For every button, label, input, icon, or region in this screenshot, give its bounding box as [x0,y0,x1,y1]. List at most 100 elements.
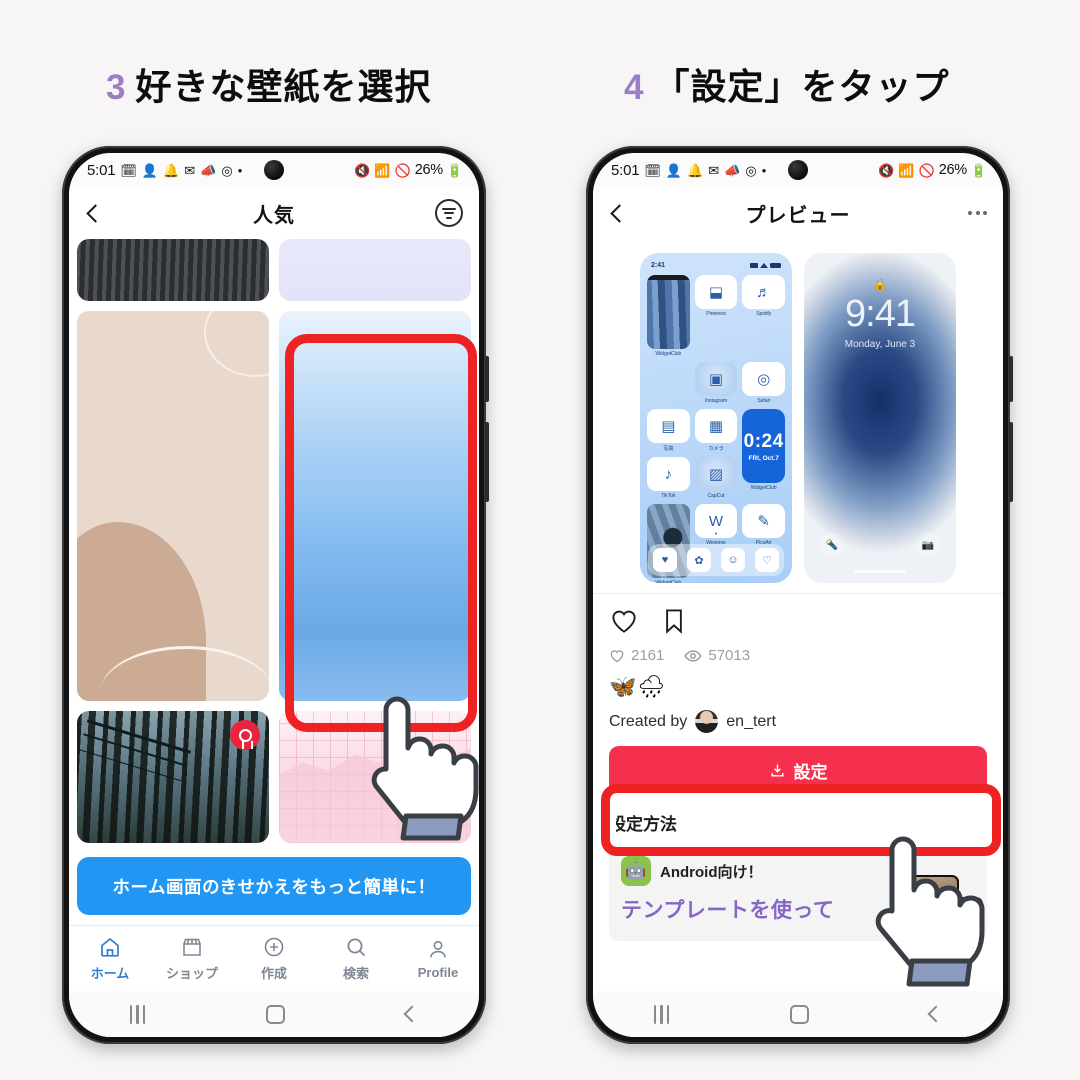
creator-row[interactable]: Created by en_tert [609,710,987,733]
like-count: 2161 [631,647,665,664]
app-label: Safari [757,398,771,404]
volume-button-right[interactable] [1009,356,1013,402]
widget-photo-jeans[interactable]: WidgetClub [647,275,690,357]
wallpaper-card-pinkgrid[interactable] [279,711,471,843]
app-instagram[interactable]: ▣ Instagram [694,362,738,404]
add-person-icon: 👤 [665,162,683,178]
app-pinterest[interactable]: ⬓ Pinterest [694,275,738,357]
recents-icon[interactable] [129,1004,146,1024]
dock: ♥ ✿ ☺ ♡ [648,544,784,576]
preview-row: 2:41 WidgetClub ⬓ Pinterest ♬ Spotify ▣ … [593,239,1003,593]
bell-icon: 🔔 [687,162,704,178]
tab-shop[interactable]: ショップ [151,935,233,982]
mini-signal-icon [750,263,758,268]
back-chevron-icon[interactable] [927,1005,945,1023]
tab-search[interactable]: 検索 [315,935,397,982]
wallpaper-card-escalator[interactable] [77,239,269,301]
back-chevron-icon[interactable] [403,1005,421,1023]
left-appbar: 人気 [69,187,479,239]
dot-icon: • [761,162,767,178]
gmail-icon: ✉ [184,162,196,178]
heart-small-icon [610,649,624,662]
android-navbar-right [593,991,1003,1037]
lock-date: Monday, June 3 [844,339,916,350]
app-tiktok[interactable]: ♪ TikTok [647,457,690,499]
instagram-icon: ▣ [694,362,738,396]
front-camera-punchhole-right [788,160,808,180]
dnd-icon: 🚫 [394,162,411,178]
home-square-icon[interactable] [266,1004,286,1024]
tutorial-page: 3 好きな壁紙を選択 4 「設定」をタップ 5:01 🗓 👤 🔔 ✉ 📣 ◎ • [0,0,1080,1080]
promo-banner[interactable]: ホーム画面のきせかえをもっと簡単に！ [77,857,471,915]
photos-icon: ▤ [647,409,690,443]
dock-icon-3[interactable]: ☺ [721,548,745,572]
home-square-icon[interactable] [790,1004,810,1024]
howto-phone-small [939,897,983,941]
app-label: 写真 [663,446,674,452]
wallpaper-grid[interactable]: ホーム画面のきせかえをもっと簡単に！ [69,239,479,925]
battery-icon: 🔋 [970,162,987,178]
safari-icon: ◎ [742,362,785,396]
eye-icon [684,649,703,662]
status-battery: 26% [414,162,443,178]
tab-create[interactable]: 作成 [233,935,315,982]
dock-icon-2[interactable]: ✿ [687,548,711,572]
step-3-title: 好きな壁紙を選択 [135,66,432,107]
step-4-title: 「設定」をタップ [653,66,950,107]
divider [593,593,1003,594]
app-safari[interactable]: ◎ Safari [742,362,785,404]
android-icon: 🤖 [621,856,651,886]
app-camera[interactable]: ▦ カメラ [694,409,738,452]
app-photos[interactable]: ▤ 写真 [647,409,690,452]
app-spotify[interactable]: ♬ Spotify [742,275,785,357]
mini-status-bar: 2:41 [647,261,785,275]
action-row [609,606,987,636]
recents-icon[interactable] [653,1004,670,1024]
app-capcut[interactable]: ▨ CapCut [694,457,738,499]
volume-button[interactable] [485,356,489,402]
bookmark-icon[interactable] [661,606,687,636]
power-button-right[interactable] [1009,422,1013,502]
dock-icon-4[interactable]: ♡ [755,548,779,572]
app-label: CapCut [707,493,725,499]
set-wallpaper-button[interactable]: 設定 [609,746,987,794]
creator-prefix: Created by [609,712,688,730]
wallpaper-card-lavender[interactable] [279,239,471,301]
clock-widget-label: WidgetClub [750,485,777,491]
wallpaper-card-beige[interactable] [77,311,269,701]
lock-icon: 🔒 [872,277,888,291]
power-button[interactable] [485,422,489,502]
camera-icon: ▦ [694,409,738,443]
home-screen-preview[interactable]: 2:41 WidgetClub ⬓ Pinterest ♬ Spotify ▣ … [640,253,792,583]
status-bar: 5:01 🗓 👤 🔔 ✉ 📣 ◎ • 🔇 📶 🚫 26% 🔋 [69,153,479,187]
heart-icon[interactable] [609,606,639,636]
right-appbar: プレビュー [593,187,1003,239]
clock-widget[interactable]: 0:24 FRI, Oct.7 WidgetClub [742,409,785,499]
tab-home[interactable]: ホーム [69,935,151,982]
front-camera-punchhole [264,160,284,180]
target-icon: ◎ [745,162,757,178]
pinterest-icon: ⬓ [694,275,738,309]
lock-screen-preview[interactable]: 🔒 9:41 Monday, June 3 🔦 📷 [804,253,956,583]
flashlight-icon[interactable]: 🔦 [820,533,844,557]
avatar [695,710,719,733]
camera-icon[interactable]: 📷 [916,533,940,557]
tab-profile[interactable]: Profile [397,937,479,980]
mini-wifi-icon [760,263,768,268]
megaphone-icon: 📣 [200,162,217,178]
howto-card[interactable]: 🤖 Android向け！ テンプレートを使って [609,845,987,941]
tab-create-label: 作成 [260,966,287,981]
page-indicator: • [714,531,718,538]
tag-emojis: 🦋🌧 [609,674,667,699]
right-phone-screen: 5:01 🗓 👤 🔔 ✉ 📣 ◎ • 🔇 📶 🚫 26% 🔋 プレビュー 2:4… [593,153,1003,1037]
detail-section: 2161 57013 🦋🌧 Created by en_tert 設定 設定方法… [593,593,1003,991]
app-label: TikTok [661,493,676,499]
dock-icon-1[interactable]: ♥ [653,548,677,572]
wallpaper-card-blue-selected[interactable] [279,311,471,701]
step-3-number: 3 [106,68,126,107]
home-icon [101,937,119,957]
wifi-icon: 📶 [898,162,915,178]
calendar-icon: 🗓 [120,162,137,178]
left-page-title: 人気 [253,204,295,227]
wallpaper-card-forest[interactable] [77,711,269,843]
